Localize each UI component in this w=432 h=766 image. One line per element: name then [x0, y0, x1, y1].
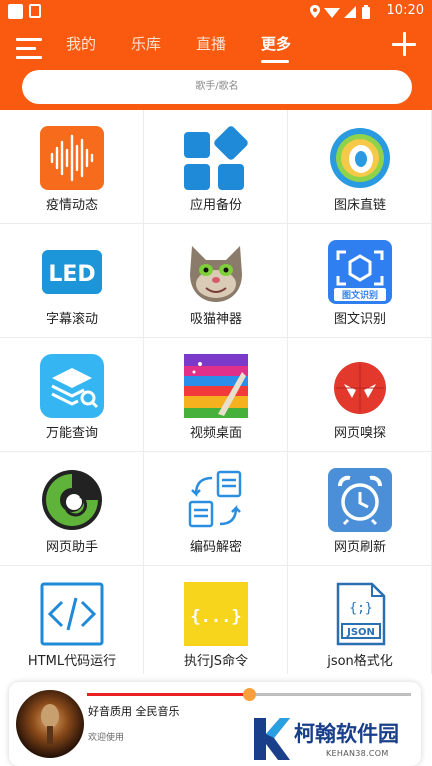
grid-item-ocr[interactable]: 图文识别 图文识别	[288, 224, 432, 338]
grid-item-html-runner[interactable]: HTML代码运行	[0, 566, 144, 674]
notification-icon	[8, 4, 23, 19]
grid-item-label: 视频桌面	[189, 426, 242, 441]
json-file-icon: {;} JSON	[336, 582, 386, 646]
status-icons	[310, 5, 370, 19]
document-swap-icon	[188, 470, 242, 528]
grid-item-image-link[interactable]: 图床直链	[288, 110, 432, 224]
add-icon[interactable]	[392, 32, 416, 56]
wifi-icon	[324, 8, 340, 18]
ring-logo-icon	[330, 128, 390, 188]
grid-item-encode-decode[interactable]: 编码解密	[144, 452, 288, 566]
grid-item-web-helper[interactable]: 网页助手	[0, 452, 144, 566]
watermark-url: KEHAN38.COM	[326, 749, 389, 758]
swirl-logo-icon	[42, 470, 102, 530]
progress-knob[interactable]	[243, 688, 256, 701]
tab-mine[interactable]: 我的	[66, 32, 96, 56]
ocr-scan-icon: 图文识别	[328, 240, 392, 304]
album-cover[interactable]	[16, 690, 84, 758]
song-subtitle: 欢迎使用	[88, 733, 125, 743]
progress-fill	[87, 693, 249, 696]
grid-item-label: 网页嗅探	[333, 426, 386, 441]
location-icon	[310, 5, 320, 18]
clock: 10:20	[386, 3, 424, 18]
ocr-badge-text: 图文识别	[342, 289, 378, 301]
grid-item-web-sniffer[interactable]: 网页嗅探	[288, 338, 432, 452]
grid-item-cat[interactable]: 吸猫神器	[144, 224, 288, 338]
grid-item-label: 执行JS命令	[183, 654, 249, 669]
grid-item-web-refresh[interactable]: 网页刷新	[288, 452, 432, 566]
svg-text:LED: LED	[48, 262, 95, 287]
battery-icon	[362, 5, 370, 19]
grid-item-js-exec[interactable]: {...} 执行JS命令	[144, 566, 288, 674]
grid-item-label: 万能查询	[45, 426, 98, 441]
tab-more[interactable]: 更多	[261, 32, 291, 56]
song-title: 好音质用 全民音乐	[88, 705, 180, 718]
grid-item-label: json格式化	[327, 654, 393, 669]
layers-search-icon	[40, 354, 104, 418]
watermark-title: 柯翰软件园	[294, 722, 399, 746]
grid-item-label: 图文识别	[333, 312, 386, 327]
tools-grid: 疫情动态 应用备份 图床直链 LED 字幕滚动 吸猫神器 图文识别 图文识别 万…	[0, 110, 432, 674]
grid-item-label: HTML代码运行	[27, 654, 117, 669]
watermark: 柯翰软件园 KEHAN38.COM	[250, 716, 420, 764]
js-braces-icon: {...}	[184, 582, 248, 646]
colorful-stripes-icon	[184, 354, 248, 418]
svg-text:{;}: {;}	[349, 601, 372, 616]
grid-item-label: 网页助手	[45, 540, 98, 555]
alarm-clock-icon	[328, 468, 392, 532]
grid-item-app-backup[interactable]: 应用备份	[144, 110, 288, 224]
app-header: 我的 乐库 直播 更多 歌手/歌名	[0, 24, 432, 110]
code-brackets-icon	[40, 582, 104, 646]
tab-live[interactable]: 直播	[196, 32, 226, 56]
menu-icon[interactable]	[16, 38, 42, 60]
android-notification-icon	[29, 4, 41, 18]
spider-icon	[334, 362, 386, 414]
json-badge-text: JSON	[346, 627, 375, 638]
tab-library[interactable]: 乐库	[131, 32, 161, 56]
grid-item-label: 图床直链	[333, 198, 386, 213]
microphone-icon	[41, 704, 59, 744]
grid-item-label: 网页刷新	[333, 540, 386, 555]
signal-icon	[344, 6, 356, 18]
status-bar: 10:20	[0, 0, 432, 24]
active-tab-indicator	[261, 60, 289, 63]
grid-item-label: 吸猫神器	[189, 312, 242, 327]
js-badge-text: {...}	[190, 607, 241, 627]
grid-item-label: 编码解密	[189, 540, 242, 555]
talking-cat-icon	[190, 246, 242, 302]
soundwave-icon	[40, 126, 104, 190]
app-tiles-icon	[184, 126, 248, 190]
grid-item-universal-query[interactable]: 万能查询	[0, 338, 144, 452]
search-input[interactable]: 歌手/歌名	[22, 70, 412, 104]
grid-item-label: 应用备份	[189, 198, 242, 213]
grid-item-epidemic[interactable]: 疫情动态	[0, 110, 144, 224]
grid-item-json-format[interactable]: {;} JSON json格式化	[288, 566, 432, 674]
grid-item-label: 字幕滚动	[45, 312, 98, 327]
led-icon: LED	[42, 250, 102, 294]
grid-item-subtitle-scroll[interactable]: LED 字幕滚动	[0, 224, 144, 338]
grid-item-label: 疫情动态	[45, 198, 98, 213]
grid-item-video-desktop[interactable]: 视频桌面	[144, 338, 288, 452]
watermark-logo-icon	[254, 718, 290, 760]
